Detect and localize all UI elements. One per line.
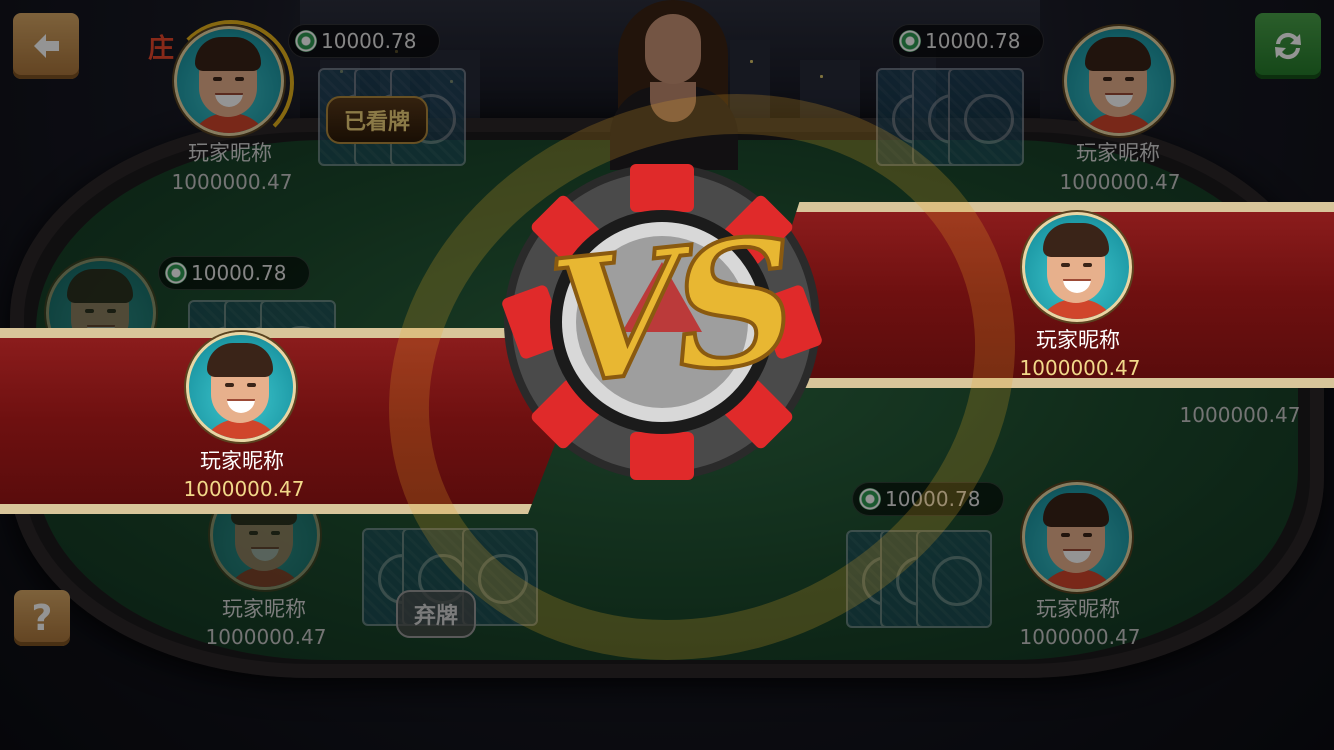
vs-left-player-name: 玩家昵称 <box>200 449 284 473</box>
vs-left-player-avatar <box>186 332 296 442</box>
vs-emblem: VS <box>297 0 1107 750</box>
game-stage: ? 庄 玩家昵称 1000000.47 10000.78 已看牌 玩家昵称 10… <box>0 0 1334 750</box>
vs-text: VS <box>540 198 798 425</box>
vs-left-player-money: 1000000.47 <box>183 477 305 501</box>
vs-right-player-avatar <box>1022 212 1132 322</box>
